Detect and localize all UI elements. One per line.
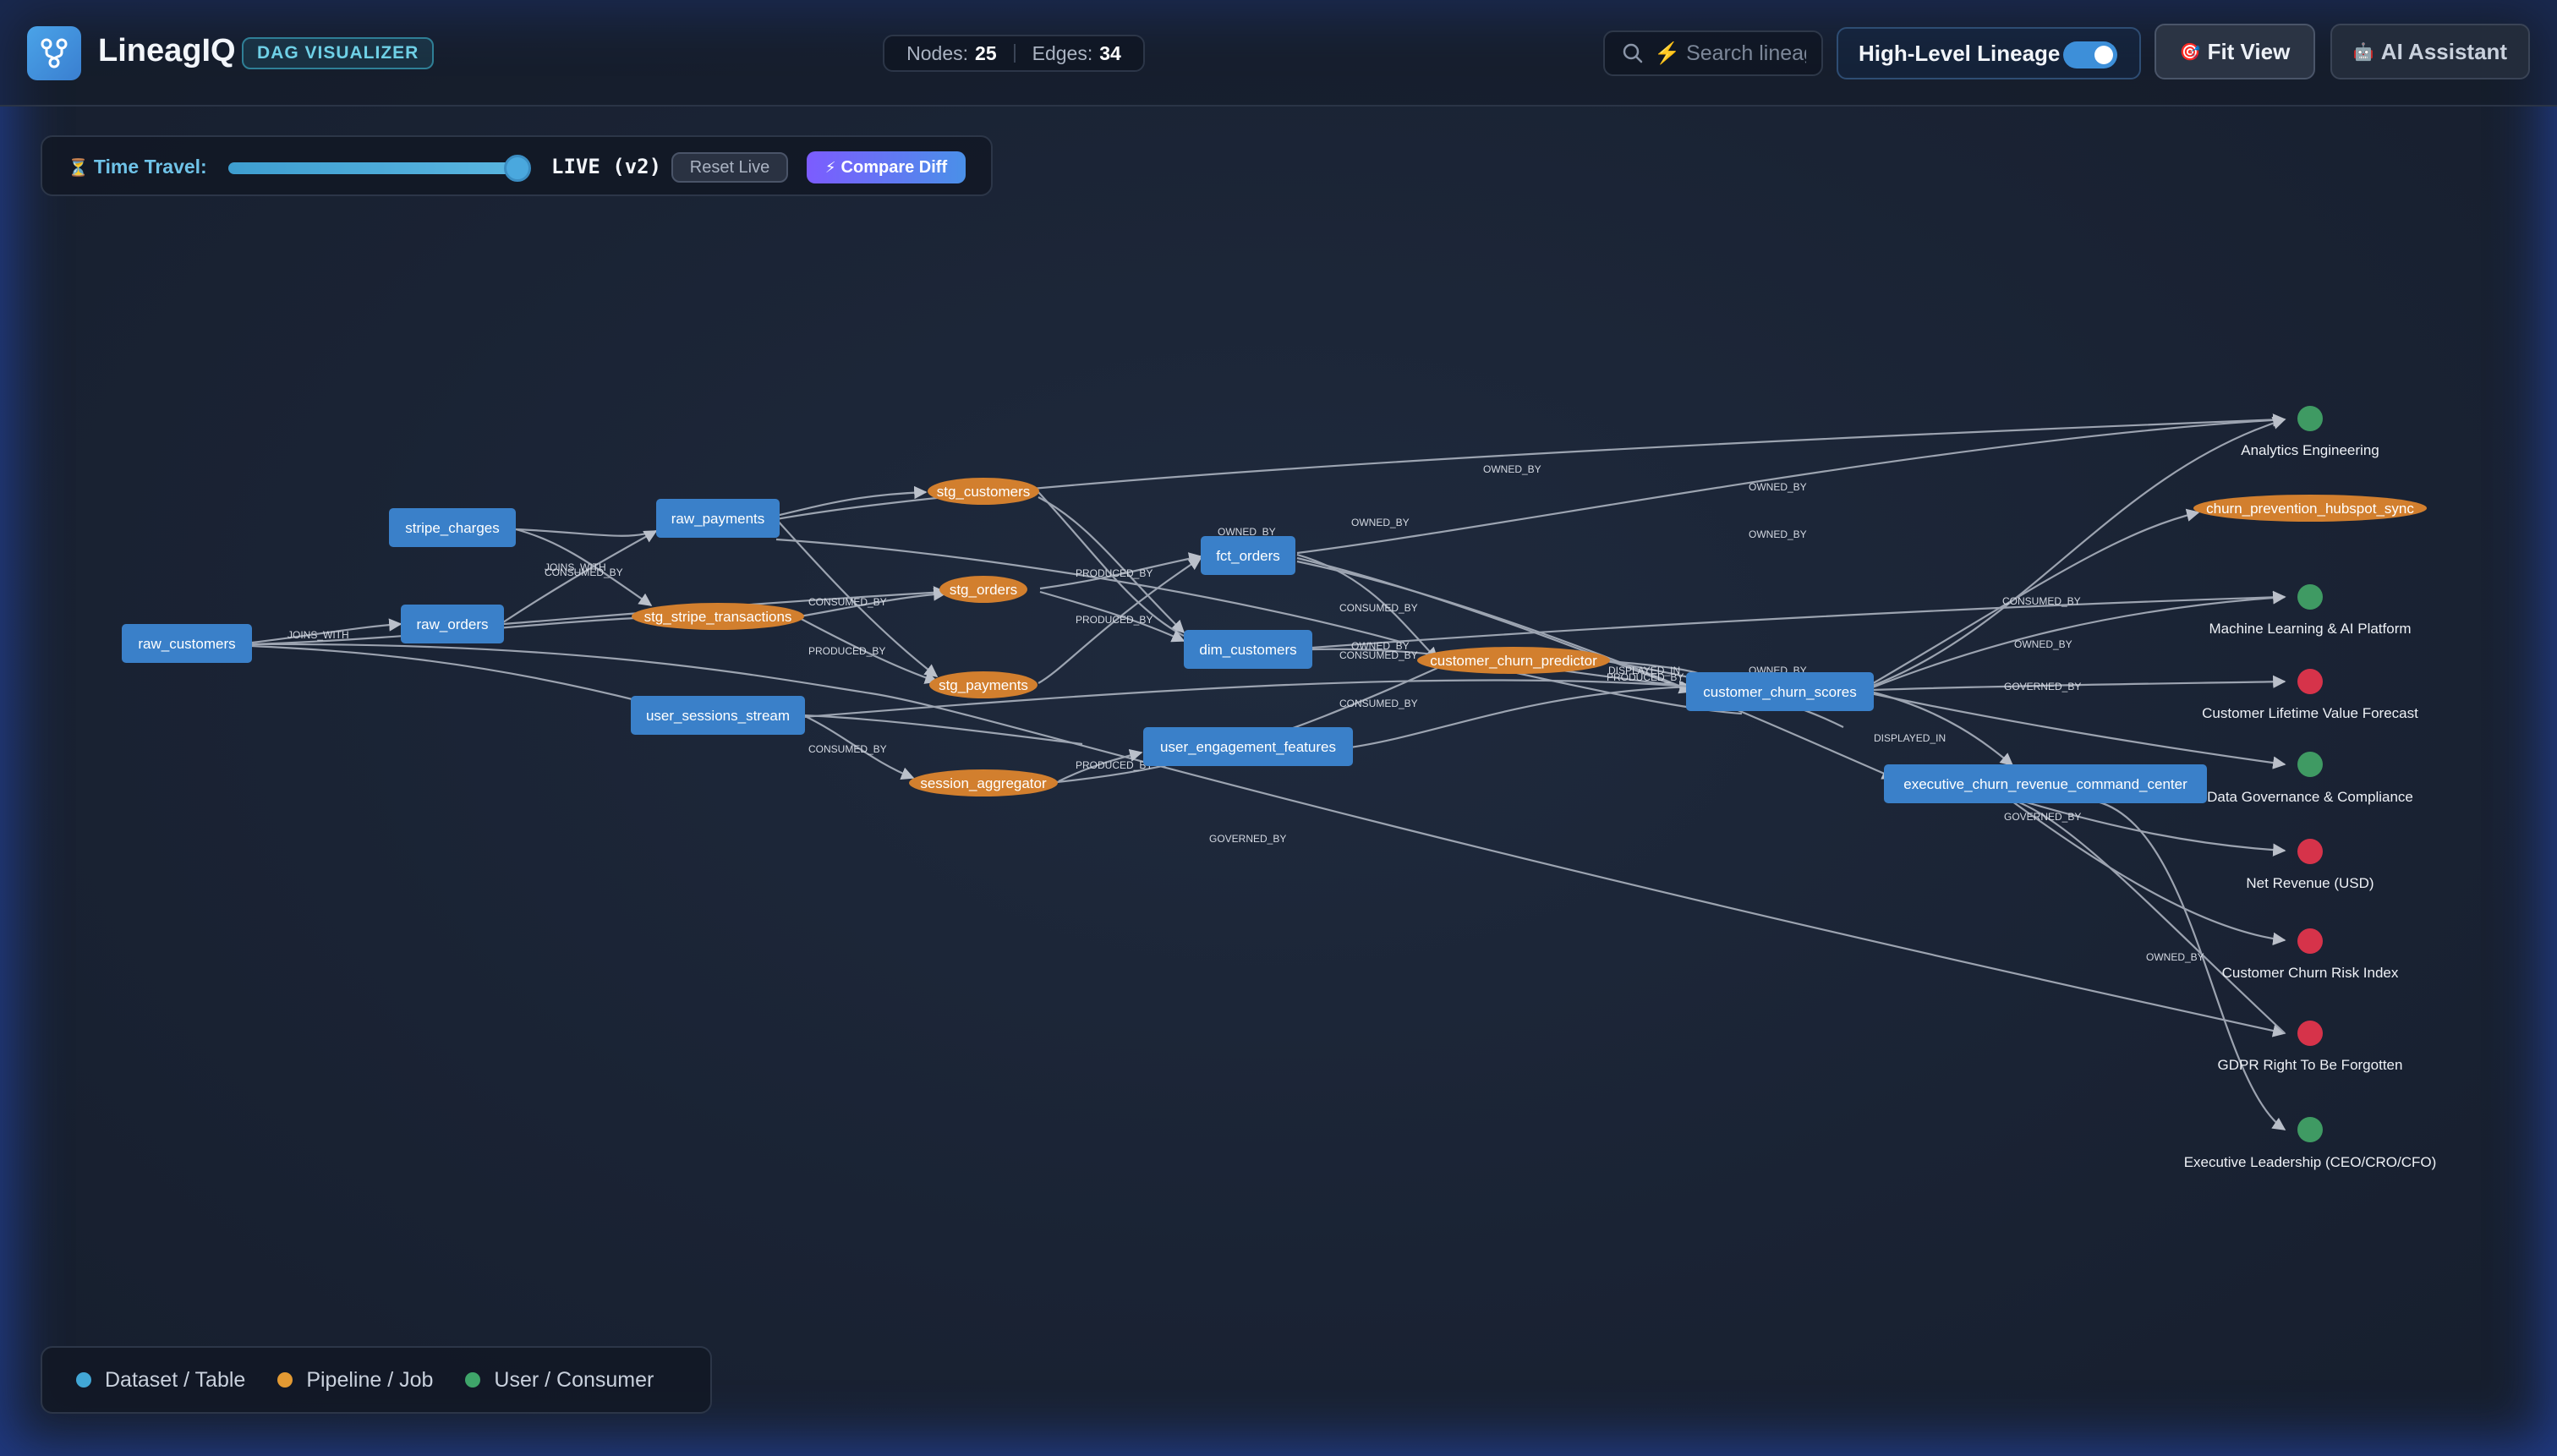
node-stripe-charges[interactable]: stripe_charges	[389, 508, 516, 547]
node-label: raw_customers	[138, 636, 235, 652]
edge[interactable]	[775, 538, 1404, 644]
edge-label: OWNED_BY	[2014, 638, 2072, 650]
edge[interactable]	[1870, 692, 2286, 769]
node-label: raw_payments	[671, 511, 765, 527]
edge-label: CONSUMED_BY	[1339, 602, 1418, 614]
node-label: GDPR Right To Be Forgotten	[2218, 1057, 2403, 1073]
node-stg-customers[interactable]: stg_customers	[928, 478, 1039, 505]
edge-label: DISPLAYED_IN	[1874, 732, 1946, 744]
edge-label: CONSUMED_BY	[808, 596, 887, 608]
legend-label: User / Consumer	[494, 1367, 654, 1392]
node-label: user_engagement_features	[1160, 739, 1336, 755]
node-user-engagement-features[interactable]: user_engagement_features	[1143, 727, 1353, 766]
pipeline-dot-icon	[277, 1372, 293, 1388]
edge-label: CONSUMED_BY	[2002, 595, 2081, 607]
node-stg-orders[interactable]: stg_orders	[939, 576, 1027, 603]
edge-label: CONSUMED_BY	[545, 567, 623, 578]
edge-label: JOINS_WITH	[287, 629, 349, 641]
node-fct-orders[interactable]: fct_orders	[1201, 536, 1295, 575]
edge-label: PRODUCED_BY	[1076, 614, 1153, 626]
edge[interactable]	[515, 528, 657, 537]
edge-label: OWNED_BY	[1351, 517, 1410, 528]
legend-item-pipeline: Pipeline / Job	[277, 1368, 433, 1393]
lineage-graph-canvas[interactable]: JOINS_WITH JOINS_WITH CONSUMED_BY CONSUM…	[0, 0, 2557, 1456]
node-label: Customer Lifetime Value Forecast	[2202, 705, 2418, 721]
edge-label: PRODUCED_BY	[1076, 759, 1153, 771]
edge-label: CONSUMED_BY	[808, 743, 887, 755]
node-customer-churn-scores[interactable]: customer_churn_scores	[1686, 672, 1874, 711]
node-label: customer_churn_predictor	[1430, 653, 1597, 669]
edge-label: OWNED_BY	[1483, 463, 1541, 475]
node-net-revenue[interactable]: Net Revenue (USD)	[2246, 839, 2374, 891]
legend-label: Pipeline / Job	[306, 1367, 434, 1392]
node-dim-customers[interactable]: dim_customers	[1184, 630, 1312, 669]
node-label: stg_stripe_transactions	[644, 609, 792, 625]
node-label: user_sessions_stream	[646, 708, 790, 724]
edge-label: PRODUCED_BY	[808, 645, 885, 657]
edge-label: PRODUCED_BY	[1076, 567, 1153, 579]
node-user-sessions-stream[interactable]: user_sessions_stream	[631, 696, 805, 735]
node-churn-prevention-hubspot-sync[interactable]: churn_prevention_hubspot_sync	[2193, 495, 2427, 522]
node-customer-lifetime-value[interactable]: Customer Lifetime Value Forecast	[2202, 669, 2418, 721]
legend-label: Dataset / Table	[105, 1367, 246, 1392]
node-ml-ai-platform[interactable]: Machine Learning & AI Platform	[2209, 584, 2412, 637]
edge-label: OWNED_BY	[2146, 951, 2204, 963]
node-label: Net Revenue (USD)	[2246, 875, 2374, 891]
edge[interactable]	[2012, 798, 2286, 1034]
edge[interactable]	[775, 485, 928, 517]
node-label: Customer Churn Risk Index	[2222, 965, 2399, 981]
node-data-governance[interactable]: Data Governance & Compliance	[2207, 752, 2413, 805]
edge[interactable]	[1344, 680, 1693, 750]
node-label: stripe_charges	[405, 520, 500, 536]
dataset-nodes: raw_customers stripe_charges raw_orders …	[122, 499, 2207, 803]
node-session-aggregator[interactable]: session_aggregator	[909, 769, 1058, 796]
node-raw-customers[interactable]: raw_customers	[122, 624, 252, 663]
node-label: Data Governance & Compliance	[2207, 789, 2413, 805]
dataset-dot-icon	[76, 1372, 91, 1388]
node-label: Analytics Engineering	[2241, 442, 2379, 458]
node-stg-stripe-transactions[interactable]: stg_stripe_transactions	[632, 603, 804, 630]
node-label: Machine Learning & AI Platform	[2209, 621, 2411, 637]
edge-label: GOVERNED_BY	[2004, 811, 2081, 823]
node-label: session_aggregator	[920, 775, 1047, 791]
edge[interactable]	[251, 644, 643, 703]
edge-label: CONSUMED_BY	[1339, 649, 1418, 661]
edge-label: OWNED_BY	[1218, 526, 1276, 538]
edge-label: CONSUMED_BY	[1339, 698, 1418, 709]
node-analytics-engineering[interactable]: Analytics Engineering	[2241, 406, 2379, 458]
node-executive-command-center[interactable]: executive_churn_revenue_command_center	[1884, 764, 2207, 803]
edge-label: PRODUCED_BY	[1607, 671, 1684, 683]
node-label: customer_churn_scores	[1703, 684, 1856, 700]
legend: Dataset / Table Pipeline / Job User / Co…	[41, 1346, 712, 1414]
edge[interactable]	[1870, 690, 2014, 766]
node-label: stg_payments	[939, 677, 1028, 693]
node-label: stg_orders	[950, 582, 1017, 598]
node-customer-churn-predictor[interactable]: customer_churn_predictor	[1417, 647, 1610, 674]
legend-item-dataset: Dataset / Table	[76, 1368, 245, 1393]
edge-label: GOVERNED_BY	[2004, 681, 2081, 692]
node-label: raw_orders	[416, 616, 488, 632]
edge-label: OWNED_BY	[1749, 528, 1807, 540]
edge-label: GOVERNED_BY	[1209, 833, 1286, 845]
node-raw-payments[interactable]: raw_payments	[656, 499, 780, 538]
edge-label: OWNED_BY	[1749, 481, 1807, 493]
node-gdpr[interactable]: GDPR Right To Be Forgotten	[2218, 1021, 2403, 1073]
node-label: stg_customers	[937, 484, 1031, 500]
node-label: dim_customers	[1199, 642, 1296, 658]
node-executive-leadership[interactable]: Executive Leadership (CEO/CRO/CFO)	[2184, 1117, 2437, 1170]
node-label: executive_churn_revenue_command_center	[1903, 776, 2187, 792]
node-label: churn_prevention_hubspot_sync	[2206, 501, 2414, 517]
node-churn-risk-index[interactable]: Customer Churn Risk Index	[2222, 928, 2399, 981]
legend-item-consumer: User / Consumer	[465, 1368, 654, 1393]
node-label: fct_orders	[1216, 548, 1280, 564]
consumer-dot-icon	[465, 1372, 481, 1388]
node-raw-orders[interactable]: raw_orders	[401, 605, 504, 643]
node-label: Executive Leadership (CEO/CRO/CFO)	[2184, 1154, 2437, 1170]
edge[interactable]	[1870, 416, 2286, 688]
node-stg-payments[interactable]: stg_payments	[929, 671, 1038, 698]
